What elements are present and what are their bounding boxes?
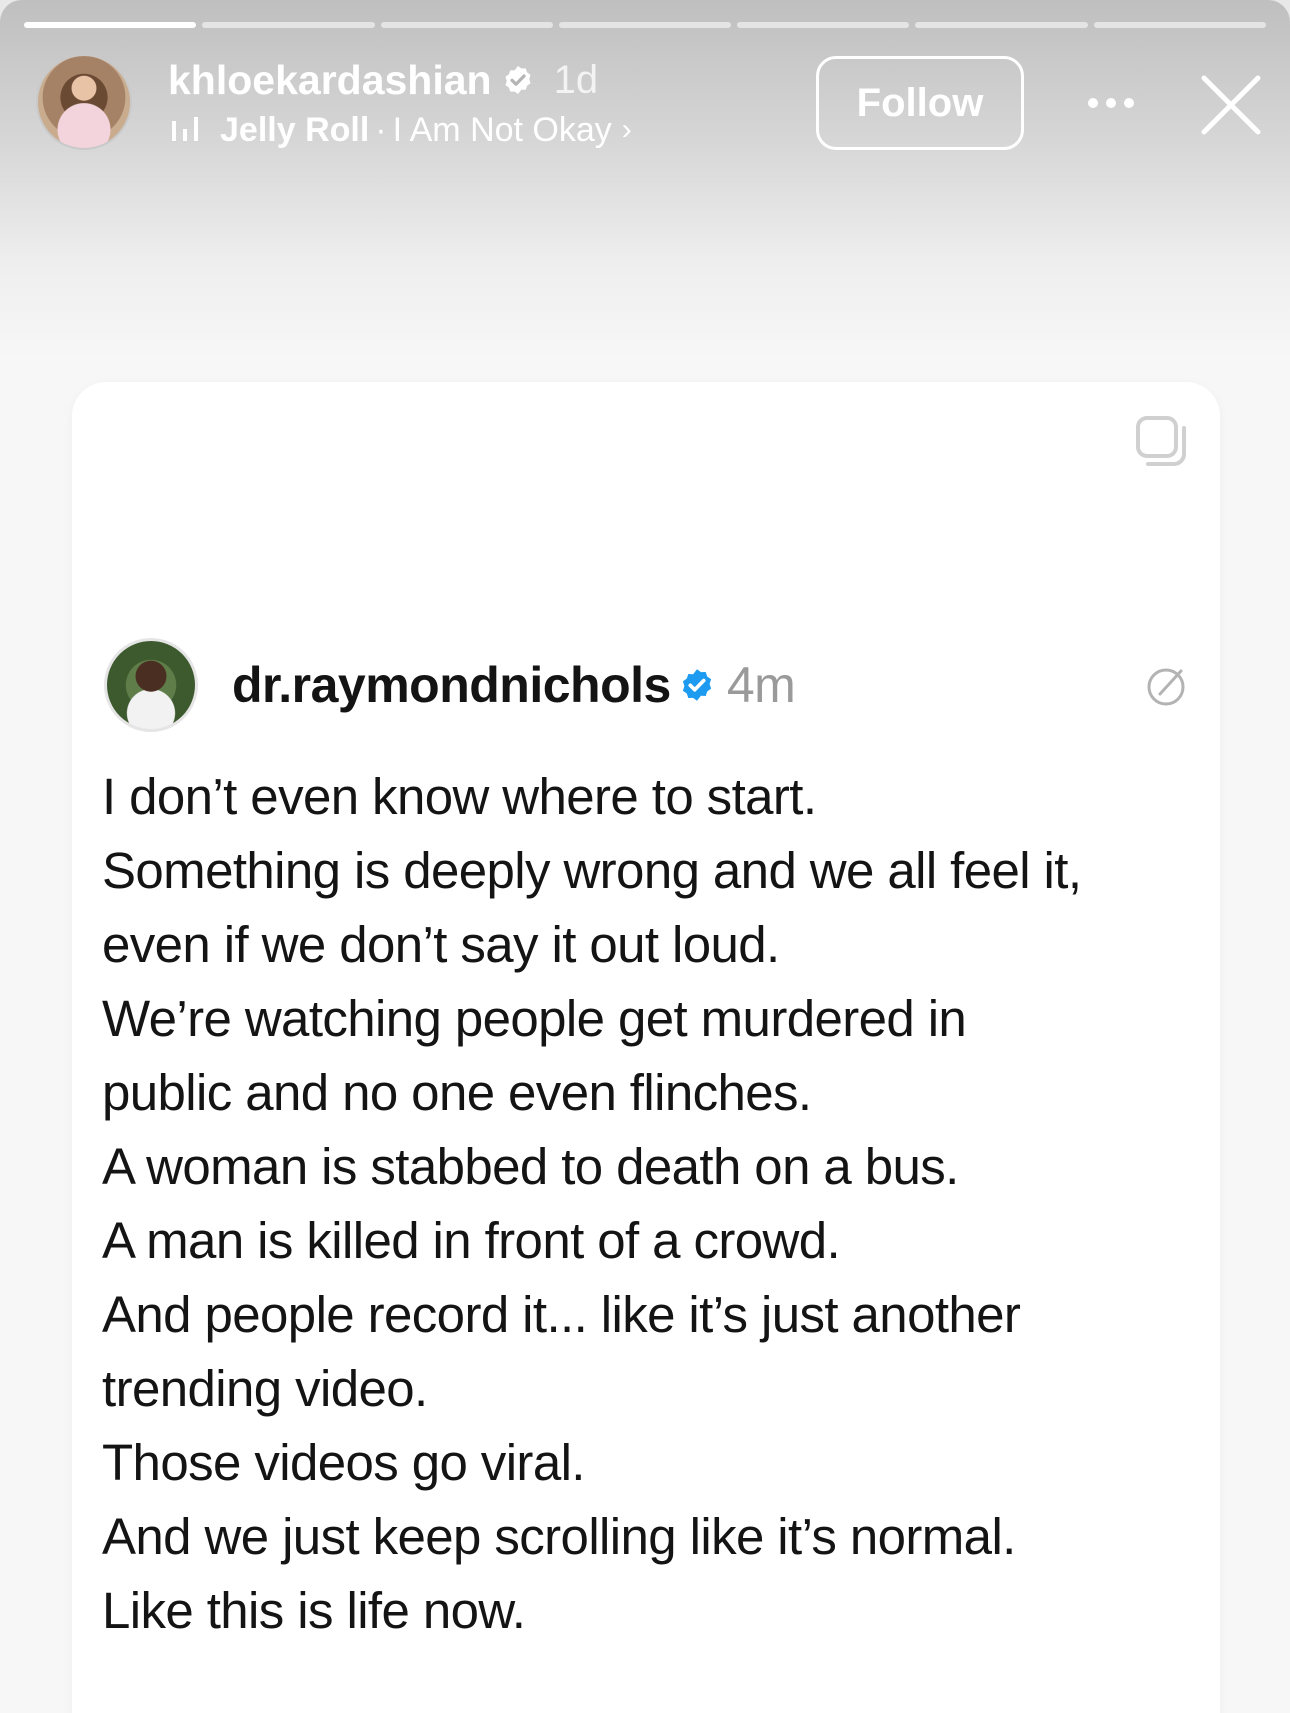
close-icon[interactable] [1200,74,1262,136]
music-separator: · [375,110,387,149]
post-text-line: And we just keep scrolling like it’s nor… [102,1508,1016,1565]
follow-button[interactable]: Follow [816,56,1024,150]
username[interactable]: khloekardashian [168,57,492,104]
progress-segment [24,22,197,28]
music-bars-icon [172,117,198,141]
progress-segment [915,22,1088,28]
music-artist: Jelly Roll [220,110,370,149]
post-time: 4m [726,657,796,713]
verified-badge-icon [682,669,711,701]
progress-segment [380,22,553,28]
story-progress-bar [24,22,1266,28]
post-text-line: Those videos go viral. [102,1434,585,1491]
edit-icon[interactable] [1144,663,1190,709]
music-song: I Am Not Okay [392,110,612,149]
post-text-line: trending video. [102,1360,428,1417]
progress-segment [1093,22,1266,28]
post-body: I don’t even know where to start. Somethi… [102,760,1212,1648]
post-text-line: Like this is life now. [102,1582,526,1639]
post-text-line: I don’t even know where to start. [102,768,817,825]
post-text-line: We’re watching people get murdered in [102,990,967,1047]
post-text-line: Something is deeply wrong and we all fee… [102,842,1082,899]
story-time: 1d [553,57,599,102]
post-text-line: And people record it... like it’s just a… [102,1286,1021,1343]
post-text-line: A man is killed in front of a crowd. [102,1212,841,1269]
progress-segment [202,22,375,28]
story-viewer[interactable]: khloekardashian 1d Jelly Roll · I Am Not… [0,0,1290,1713]
author-avatar[interactable] [104,638,198,732]
post-text-line: even if we don’t say it out loud. [102,916,780,973]
profile-avatar[interactable] [36,54,132,150]
progress-segment [558,22,732,28]
verified-badge-icon [505,66,531,94]
story-header-user[interactable]: khloekardashian 1d [168,56,598,104]
post-text-line: A woman is stabbed to death on a bus. [102,1138,959,1195]
copy-icon[interactable] [1134,414,1190,470]
post-text-line: public and no one even flinches. [102,1064,812,1121]
music-sticker[interactable]: Jelly Roll · I Am Not Okay › [170,110,632,150]
post-author[interactable]: dr.raymondnichols 4m [232,654,796,716]
chevron-right-icon: › [621,113,632,146]
progress-segment [737,22,910,28]
more-horizontal-icon[interactable] [1086,96,1136,110]
author-handle[interactable]: dr.raymondnichols [232,656,671,714]
